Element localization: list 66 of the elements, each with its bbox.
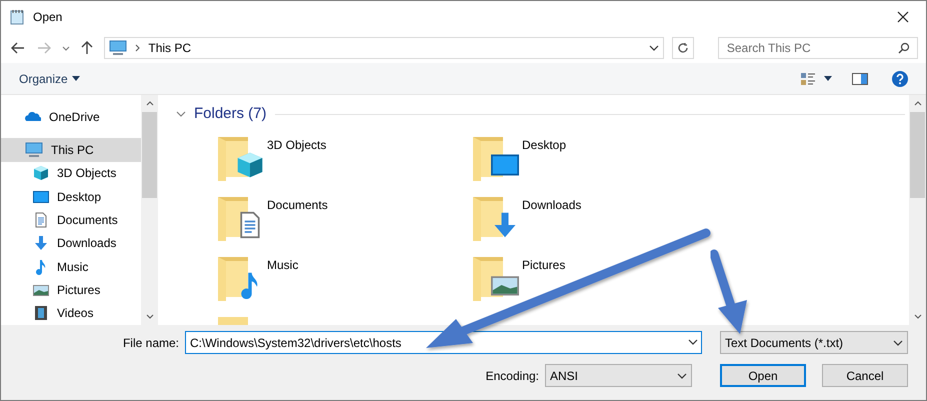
computer-icon [109,40,128,56]
scroll-down-icon [146,314,154,319]
search-icon [898,42,910,54]
search-field[interactable]: Search This PC [718,37,918,59]
cube-icon [236,150,264,178]
details-view-icon [800,72,816,86]
help-icon [892,70,908,86]
file-name-field[interactable]: C:\Windows\System32\drivers\etc\hosts [185,331,702,354]
sidebar-item[interactable]: Downloads [1,232,141,255]
dropdown-caret-icon [688,339,698,345]
notepad-icon [9,9,25,25]
encoding-dropdown[interactable]: ANSI [545,364,692,387]
folder-item[interactable]: Downloads [473,194,582,242]
preview-pane-icon [852,72,868,84]
dropdown-caret-icon [893,340,903,346]
back-arrow-icon [10,42,25,54]
scroll-up-icon [146,101,154,106]
up-arrow-icon [81,41,94,55]
folder-item[interactable]: Desktop [473,134,566,182]
folder-item[interactable]: Pictures [473,254,566,302]
organize-button[interactable]: Organize [19,70,80,88]
cube-icon [33,165,49,182]
collapse-chevron-icon [176,111,186,118]
folder-item[interactable]: Documents [218,194,328,242]
folder-item[interactable]: Music [218,254,298,302]
field-label: Encoding: [486,368,539,384]
preview-pane-button[interactable] [852,72,868,84]
scroll-down-icon [914,314,922,319]
computer-icon [25,142,43,158]
folder-item[interactable]: 3D Objects [218,134,326,182]
scroll-up-icon [914,101,922,106]
refresh-icon [677,42,690,54]
caret-icon [824,76,832,81]
help-button[interactable] [892,70,908,86]
scrollbar[interactable] [141,95,158,325]
document-icon [33,212,49,228]
close-icon [897,11,909,23]
window-title: Open [33,9,64,26]
sidebar-item[interactable]: Documents [1,208,141,232]
caret-icon [72,76,80,81]
file-type-dropdown[interactable]: Text Documents (*.txt) [720,331,908,354]
caret-icon [62,46,70,50]
sidebar-item[interactable]: OneDrive [1,105,141,128]
refresh-button[interactable] [672,37,694,59]
cancel-button[interactable]: Cancel [822,364,908,387]
address-bar[interactable]: This PC [104,37,664,59]
field-label: File name: [122,334,179,352]
sidebar-item[interactable]: 3D Objects [1,162,141,185]
address-text: This PC [148,40,192,57]
cloud-icon [25,112,41,122]
sidebar-item[interactable]: Music [1,254,141,278]
address-dropdown-icon [649,45,660,51]
dropdown-caret-icon [677,372,687,378]
sidebar-item[interactable]: Pictures [1,278,141,302]
film-icon [33,305,49,322]
sidebar-item[interactable]: Desktop [1,184,141,208]
desktop-icon [33,188,49,205]
scrollbar[interactable] [909,95,926,325]
sidebar-item[interactable]: This PC [1,138,141,162]
sidebar-item[interactable]: Videos [1,302,141,325]
forward-arrow-icon [36,42,51,54]
change-view-button[interactable] [800,72,832,86]
chevron-right-icon [135,44,140,52]
open-button[interactable]: Open [720,364,806,387]
download-arrow-icon [33,235,49,252]
group-heading: Folders (7) [194,104,267,124]
